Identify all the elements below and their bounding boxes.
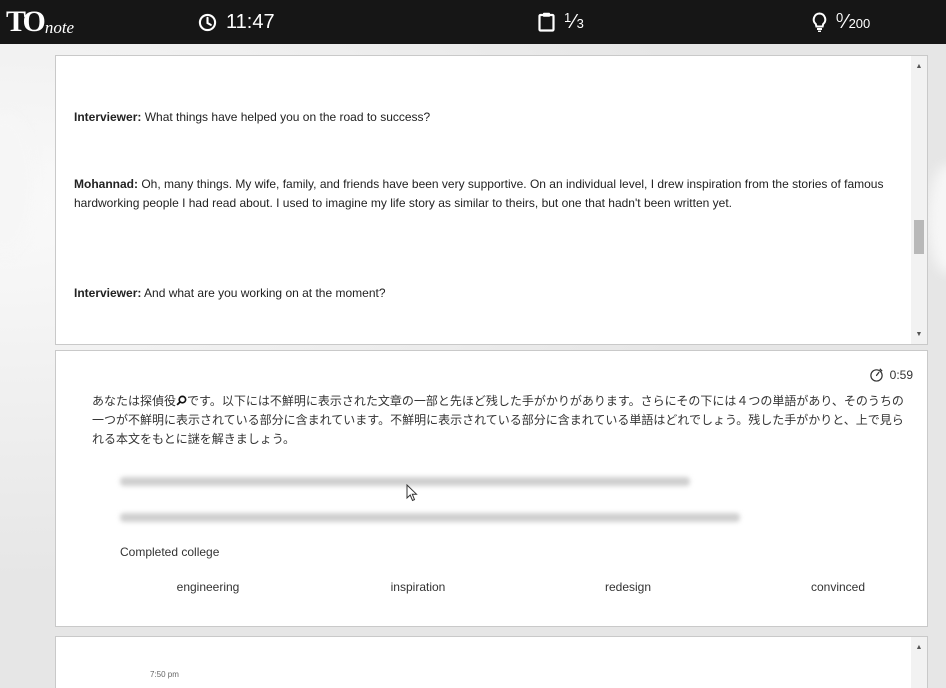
quiz-panel: 0:59 あなたは探偵役 です。以下には不鮮明に表示された文章の一部と先ほど残した… xyxy=(55,350,928,627)
background-figure-right xyxy=(928,164,946,274)
page-total: 3 xyxy=(576,15,584,31)
option-engineering[interactable]: engineering xyxy=(108,580,308,594)
score-total: 200 xyxy=(848,15,871,31)
background-figure-left xyxy=(0,114,35,254)
score-current: 0 xyxy=(836,9,844,25)
magnifier-icon xyxy=(176,395,187,406)
option-inspiration[interactable]: inspiration xyxy=(318,580,518,594)
passage-speaker: Interviewer: xyxy=(74,286,142,300)
passage-speaker: Interviewer: xyxy=(74,110,142,124)
blurred-text-line xyxy=(120,477,690,486)
app-logo[interactable]: TO note xyxy=(6,4,74,40)
stopwatch-icon xyxy=(869,368,883,382)
clock-display: 11:47 xyxy=(198,0,275,44)
passage-line: Oh, many things. My wife, family, and fr… xyxy=(74,177,884,210)
passage-line: What things have helped you on the road … xyxy=(141,110,431,124)
top-bar: TO note 11:47 1 ⁄ 3 0 ⁄ 200 xyxy=(0,0,946,44)
passage-paragraph: Interviewer: And what are you working on… xyxy=(74,284,897,303)
answer-options: engineering inspiration redesign convinc… xyxy=(108,580,906,604)
option-convinced[interactable]: convinced xyxy=(738,580,927,594)
passage-line: And what are you working on at the momen… xyxy=(141,286,386,300)
lightbulb-icon xyxy=(812,12,827,32)
scroll-up-arrow[interactable]: ▲ xyxy=(911,641,927,655)
quiz-instruction: あなたは探偵役 です。以下には不鮮明に表示された文章の一部と先ほど残した手がかりが… xyxy=(92,392,913,449)
clipboard-icon xyxy=(538,12,555,32)
chat-scrollbar[interactable]: ▲ xyxy=(911,637,927,688)
passage-paragraph: Interviewer: What things have helped you… xyxy=(74,108,897,127)
passage-speaker: Mohannad: xyxy=(74,177,138,191)
page-progress: 1 ⁄ 3 xyxy=(538,0,584,44)
scroll-up-arrow[interactable]: ▲ xyxy=(911,60,927,74)
instruction-part-b: です。以下には不鮮明に表示された文章の一部と先ほど残した手がかりがあります。さら… xyxy=(92,394,904,446)
passage-scrollbar[interactable]: ▲ ▼ xyxy=(911,56,927,344)
logo-sub: note xyxy=(44,18,75,37)
clock-time: 11:47 xyxy=(226,10,275,33)
clock-icon xyxy=(198,13,217,31)
page-fraction: 1 ⁄ 3 xyxy=(564,9,584,33)
logo-main: TO xyxy=(6,5,46,38)
option-redesign[interactable]: redesign xyxy=(528,580,728,594)
scroll-down-arrow[interactable]: ▼ xyxy=(911,328,927,342)
mouse-pointer-icon xyxy=(406,484,418,502)
chat-panel[interactable]: 7:50 pm ▲ xyxy=(55,636,928,688)
passage-paragraph: Mohannad: Oh, many things. My wife, fami… xyxy=(74,175,897,213)
reading-passage-panel[interactable]: Interviewer: What things have helped you… xyxy=(55,55,928,345)
timer-value: 0:59 xyxy=(889,367,913,382)
score-display: 0 ⁄ 200 xyxy=(812,0,870,44)
quiz-timer: 0:59 xyxy=(869,367,913,382)
scrollbar-thumb[interactable] xyxy=(914,220,924,254)
score-fraction: 0 ⁄ 200 xyxy=(836,9,871,33)
instruction-part-a: あなたは探偵役 xyxy=(92,394,177,408)
page-current: 1 xyxy=(564,9,572,25)
blurred-text-line xyxy=(120,513,740,522)
message-timestamp: 7:50 pm xyxy=(150,670,179,679)
clue-text: Completed college xyxy=(120,545,220,559)
